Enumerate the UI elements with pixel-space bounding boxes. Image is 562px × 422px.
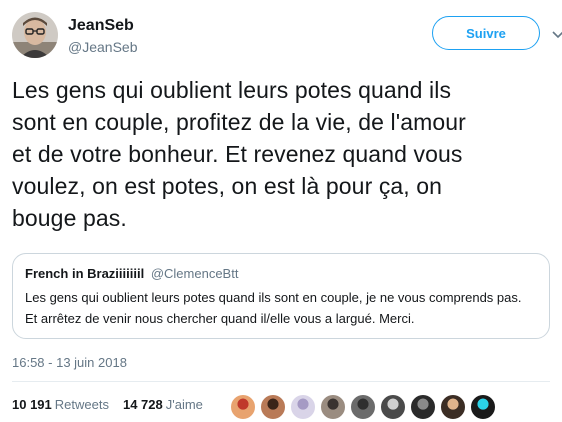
retweets-label[interactable]: Retweets: [55, 397, 109, 412]
tweet-header: JeanSeb @JeanSeb Suivre: [12, 10, 562, 60]
liker-avatar[interactable]: [290, 394, 316, 420]
liker-avatar[interactable]: [410, 394, 436, 420]
liker-avatar[interactable]: [320, 394, 346, 420]
retweets-count[interactable]: 10 191: [12, 397, 52, 412]
liker-avatar[interactable]: [380, 394, 406, 420]
quoted-line: Les gens qui oublient leurs potes quand …: [25, 290, 522, 305]
quoted-text: Les gens qui oublient leurs potes quand …: [25, 287, 537, 329]
tweet-line: Les gens qui oublient leurs potes quand …: [12, 77, 452, 103]
follow-button[interactable]: Suivre: [432, 16, 540, 50]
liker-avatar[interactable]: [470, 394, 496, 420]
divider: [12, 381, 550, 382]
chevron-down-icon[interactable]: [551, 29, 562, 39]
engagement-stats: 10 191 Retweets 14 728 J'aime: [12, 397, 217, 412]
liker-avatar[interactable]: [260, 394, 286, 420]
liker-avatar[interactable]: [440, 394, 466, 420]
liker-avatar[interactable]: [350, 394, 376, 420]
tweet-line: bouge pas.: [12, 205, 127, 231]
tweet-timestamp[interactable]: 16:58 - 13 juin 2018: [12, 355, 127, 370]
likes-label[interactable]: J'aime: [166, 397, 203, 412]
tweet-line: voulez, on est potes, on est là pour ça,…: [12, 173, 443, 199]
quoted-line: Et arrêtez de venir nous chercher quand …: [25, 311, 415, 326]
author-handle[interactable]: @JeanSeb: [68, 38, 137, 56]
tweet-line: et de votre bonheur. Et revenez quand vo…: [12, 141, 463, 167]
liker-avatar[interactable]: [230, 394, 256, 420]
quoted-header: French in Braziiiiiiil @ClemenceBtt: [25, 265, 537, 283]
quoted-author-name: French in Braziiiiiiil: [25, 266, 145, 281]
quoted-tweet[interactable]: French in Braziiiiiiil @ClemenceBtt Les …: [12, 253, 550, 339]
tweet-text: Les gens qui oublient leurs potes quand …: [12, 74, 552, 234]
tweet-line: sont en couple, profitez de la vie, de l…: [12, 109, 466, 135]
quoted-author-handle: @ClemenceBtt: [150, 266, 239, 281]
likes-count[interactable]: 14 728: [123, 397, 163, 412]
author-name[interactable]: JeanSeb: [68, 16, 137, 36]
author-names: JeanSeb @JeanSeb: [68, 16, 137, 56]
author-avatar[interactable]: [12, 12, 58, 58]
